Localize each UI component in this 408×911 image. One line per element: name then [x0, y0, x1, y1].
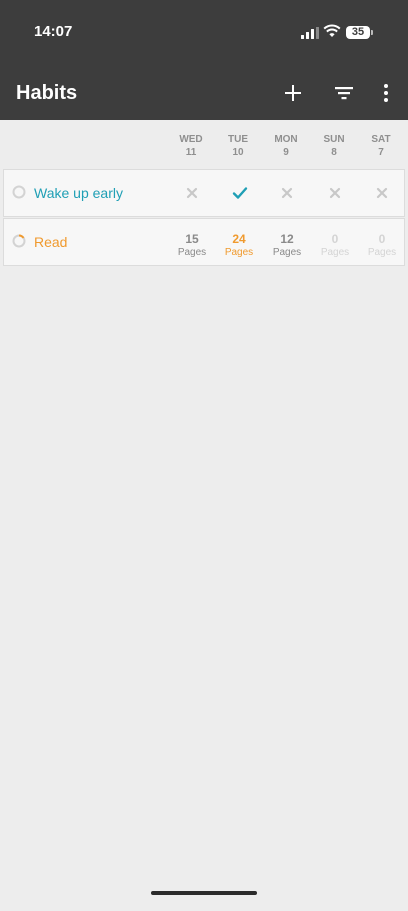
- habit-value-number: 0: [378, 232, 386, 246]
- habit-value-unit: Pages: [177, 247, 207, 258]
- status-time: 14:07: [34, 23, 73, 40]
- habit-value-number: 15: [185, 232, 199, 246]
- habit-name[interactable]: Read: [34, 234, 67, 250]
- day-date: 10: [232, 147, 244, 158]
- habit-value-sun[interactable]: 0 Pages: [311, 219, 359, 265]
- day-of-week: SUN: [323, 134, 345, 145]
- add-icon[interactable]: [282, 82, 304, 109]
- habit-check-wed[interactable]: [168, 170, 216, 216]
- app-bar: Habits: [0, 66, 408, 120]
- habit-name[interactable]: Wake up early: [34, 185, 123, 201]
- page-title: Habits: [16, 82, 78, 104]
- cross-icon: [376, 187, 388, 199]
- day-header-wed: WED 11: [167, 133, 215, 159]
- habit-score-ring-icon: [12, 234, 26, 253]
- habit-check-sun[interactable]: [311, 170, 359, 216]
- habit-row-read[interactable]: Read 15 Pages 24 Pages 12 Pages 0 Pages …: [3, 218, 405, 266]
- cross-icon: [329, 187, 341, 199]
- habit-value-number: 0: [331, 232, 339, 246]
- cellular-signal-icon: [301, 26, 319, 44]
- day-date: 11: [185, 147, 197, 158]
- filter-icon[interactable]: [333, 82, 355, 109]
- day-header-sat: SAT 7: [357, 133, 405, 159]
- battery-tip: [371, 30, 373, 35]
- habit-check-mon[interactable]: [263, 170, 311, 216]
- habit-row-wake-up-early[interactable]: Wake up early: [3, 169, 405, 217]
- day-of-week: SAT: [371, 134, 391, 145]
- habit-value-number: 12: [280, 232, 294, 246]
- cross-icon: [186, 187, 198, 199]
- status-bar: 14:07 35: [0, 0, 408, 66]
- day-of-week: WED: [179, 134, 203, 145]
- battery-icon: 35: [346, 26, 370, 39]
- day-header-sun: SUN 8: [310, 133, 358, 159]
- habit-check-tue[interactable]: [215, 170, 263, 216]
- day-of-week: MON: [274, 134, 298, 145]
- day-of-week: TUE: [228, 134, 248, 145]
- habit-value-wed[interactable]: 15 Pages: [168, 219, 216, 265]
- day-date: 8: [331, 147, 337, 158]
- habit-value-unit: Pages: [224, 247, 254, 258]
- home-indicator[interactable]: [151, 891, 257, 895]
- checkmark-icon: [232, 187, 248, 199]
- cross-icon: [281, 187, 293, 199]
- habit-value-unit: Pages: [320, 247, 350, 258]
- more-vert-icon[interactable]: [375, 82, 397, 109]
- day-header-tue: TUE 10: [214, 133, 262, 159]
- day-date: 7: [378, 147, 384, 158]
- day-date: 9: [283, 147, 289, 158]
- day-header: WED 11 TUE 10 MON 9 SUN 8 SAT 7: [0, 120, 408, 168]
- habit-value-mon[interactable]: 12 Pages: [263, 219, 311, 265]
- habit-value-unit: Pages: [367, 247, 397, 258]
- habit-value-unit: Pages: [272, 247, 302, 258]
- habit-check-sat[interactable]: [358, 170, 406, 216]
- habit-value-sat[interactable]: 0 Pages: [358, 219, 406, 265]
- wifi-icon: [323, 24, 341, 43]
- habit-value-tue[interactable]: 24 Pages: [215, 219, 263, 265]
- day-header-mon: MON 9: [262, 133, 310, 159]
- habit-score-ring-icon: [12, 185, 26, 204]
- habit-value-number: 24: [232, 232, 246, 246]
